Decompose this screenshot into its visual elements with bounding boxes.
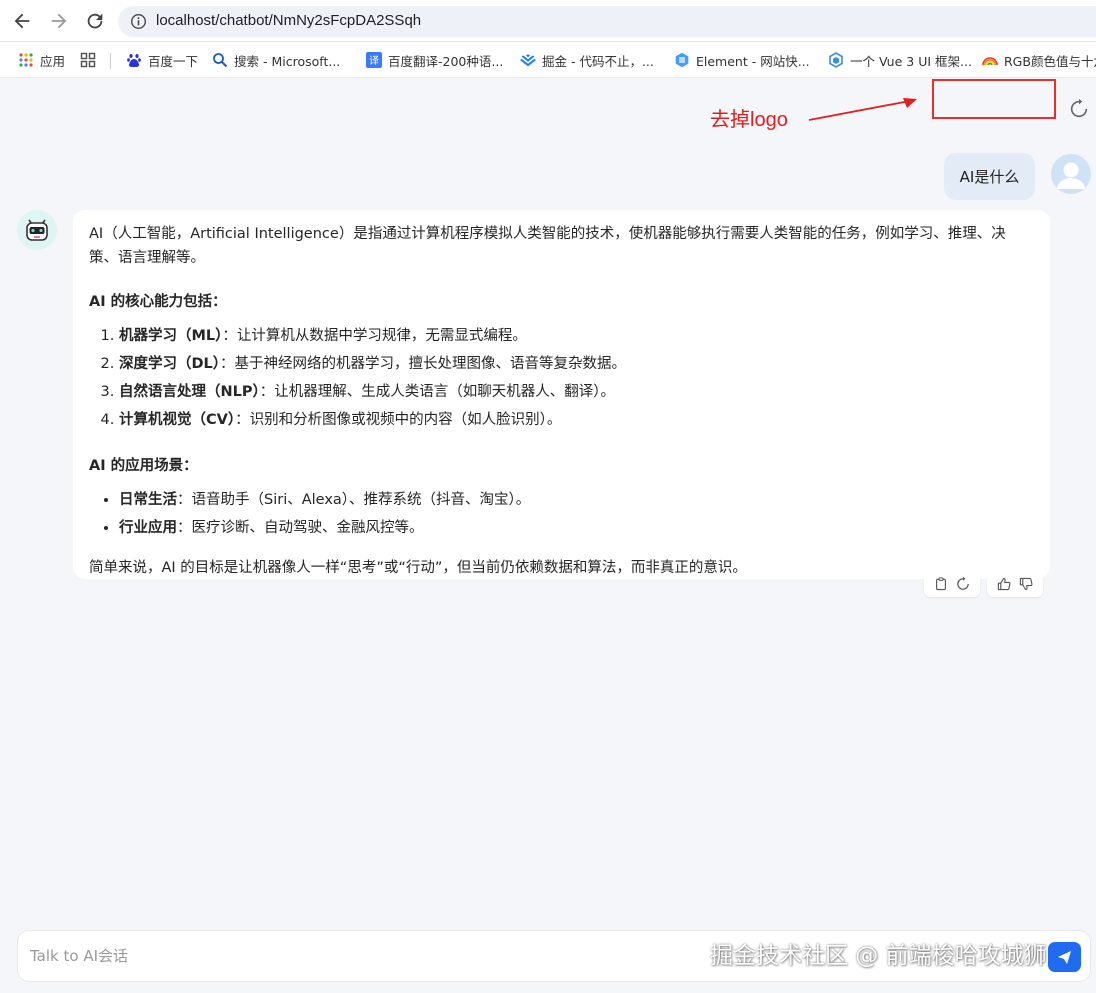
bookmark-label: RGB颜色值与十六 <box>1004 53 1096 69</box>
translate-icon: 译 <box>366 52 382 68</box>
user-avatar <box>1051 154 1091 194</box>
browser-window: localhost/chatbot/NmNy2sFcpDA2SSqh 应用 百度… <box>0 0 1096 993</box>
apps-grid-icon <box>19 53 33 67</box>
user-avatar-icon <box>1051 154 1091 194</box>
svg-text:译: 译 <box>369 55 379 67</box>
refresh-icon[interactable] <box>1068 98 1090 120</box>
list-item: 计算机视觉（CV）：识别和分析图像或视频中的内容（如人脸识别）。 <box>119 406 1034 434</box>
bookmark-label: 一个 Vue 3 UI 框架... <box>850 53 972 69</box>
reload-button[interactable] <box>84 10 106 32</box>
forward-arrow-icon <box>51 13 67 29</box>
bookmark-label: 搜索 - Microsoft... <box>234 53 341 69</box>
search-icon <box>213 53 228 68</box>
address-url[interactable]: localhost/chatbot/NmNy2sFcpDA2SSqh <box>156 12 421 29</box>
grid-icon <box>80 52 96 68</box>
bot-message-bubble: AI（人工智能，Artificial Intelligence）是指通过计算机程… <box>73 210 1050 579</box>
baidu-icon <box>127 54 141 67</box>
reload-icon <box>87 13 103 29</box>
back-arrow-icon <box>14 13 30 29</box>
bookmark-label: 百度一下 <box>148 53 199 69</box>
copy-icon[interactable] <box>933 574 949 594</box>
forward-button[interactable] <box>48 10 70 32</box>
browser-toolbar: localhost/chatbot/NmNy2sFcpDA2SSqh <box>0 0 1096 42</box>
list-item-desc: ：语音助手（Siri、Alexa）、推荐系统（抖音、淘宝）。 <box>177 492 531 508</box>
list-item-desc: ：让计算机从数据中学习规律，无需显式编程。 <box>222 328 527 344</box>
list-item: 日常生活：语音助手（Siri、Alexa）、推荐系统（抖音、淘宝）。 <box>119 486 1034 514</box>
bookmark-label: 百度翻译-200种语... <box>388 53 504 69</box>
send-icon <box>1058 951 1071 964</box>
bookmark-apps[interactable]: 应用 <box>18 51 65 69</box>
regenerate-icon[interactable] <box>955 574 971 594</box>
thumbs-down-icon[interactable] <box>1018 574 1034 594</box>
core-abilities-list: 机器学习（ML）：让计算机从数据中学习规律，无需显式编程。 深度学习（DL）：基… <box>119 322 1034 434</box>
list-item-term: 行业应用 <box>119 520 177 536</box>
bookmark-translate[interactable]: 译 百度翻译-200种语... <box>366 51 503 69</box>
bookmark-vue-ui[interactable]: 一个 Vue 3 UI 框架... <box>828 51 972 69</box>
list-item: 自然语言处理（NLP）：让机器理解、生成人类语言（如聊天机器人、翻译）。 <box>119 378 1034 406</box>
bookmarks-bar: 应用 百度一下 搜索 - Microsoft... 译 百度翻译-200种语..… <box>0 42 1096 78</box>
back-button[interactable] <box>11 10 33 32</box>
list-item-term: 机器学习（ML） <box>119 328 223 344</box>
message-actions-feedback <box>987 571 1043 597</box>
annotation-arrow-icon <box>808 98 917 121</box>
bookmark-label: Element - 网站快... <box>696 53 810 69</box>
list-item-desc: ：让机器理解、生成人类语言（如聊天机器人、翻译）。 <box>259 384 616 400</box>
list-item-term: 计算机视觉（CV） <box>119 412 236 428</box>
bookmark-grid[interactable] <box>80 51 102 69</box>
bookmark-baidu[interactable]: 百度一下 <box>126 51 198 69</box>
bookmark-rgb[interactable]: RGB颜色值与十六 <box>982 51 1096 69</box>
element-icon <box>675 52 689 68</box>
user-message-bubble: AI是什么 <box>944 153 1035 200</box>
send-button[interactable] <box>1048 942 1081 972</box>
list-item: 深度学习（DL）：基于神经网络的机器学习，擅长处理图像、语音等复杂数据。 <box>119 350 1034 378</box>
bookmark-search[interactable]: 搜索 - Microsoft... <box>212 51 340 69</box>
list-item-desc: ：医疗诊断、自动驾驶、金融风控等。 <box>177 520 424 536</box>
rainbow-icon <box>982 57 998 66</box>
bookmark-label: 掘金 - 代码不止，... <box>542 53 654 69</box>
list-item-desc: ：基于神经网络的机器学习，擅长处理图像、语音等复杂数据。 <box>220 356 627 372</box>
list-item-term: 日常生活 <box>119 492 177 508</box>
list-item-term: 深度学习（DL） <box>119 356 221 372</box>
applications-list: 日常生活：语音助手（Siri、Alexa）、推荐系统（抖音、淘宝）。 行业应用：… <box>119 486 1034 542</box>
thumbs-up-icon[interactable] <box>996 574 1012 594</box>
message-actions-copy-regenerate <box>924 571 980 597</box>
list-item: 行业应用：医疗诊断、自动驾驶、金融风控等。 <box>119 514 1034 542</box>
bookmark-juejin[interactable]: 掘金 - 代码不止，... <box>520 51 654 69</box>
annotation-text: 去掉logo <box>710 109 788 131</box>
address-bar[interactable]: localhost/chatbot/NmNy2sFcpDA2SSqh <box>118 6 1096 37</box>
watermark-text: 掘金技术社区 @ 前端梭哈攻城狮 <box>710 943 1047 969</box>
list-item: 机器学习（ML）：让计算机从数据中学习规律，无需显式编程。 <box>119 322 1034 350</box>
bookmark-label: 应用 <box>40 53 66 69</box>
bot-avatar <box>17 210 57 250</box>
robot-avatar-icon <box>17 210 57 250</box>
bookmark-separator <box>110 53 111 69</box>
list-item-term: 自然语言处理（NLP） <box>119 384 260 400</box>
applications-heading: AI 的应用场景： <box>89 458 198 474</box>
juejin-icon <box>520 54 536 67</box>
core-abilities-heading: AI 的核心能力包括： <box>89 294 227 310</box>
list-item-desc: ：识别和分析图像或视频中的内容（如人脸识别）。 <box>235 412 562 428</box>
user-message-text: AI是什么 <box>959 168 1020 186</box>
info-icon[interactable] <box>130 13 147 30</box>
bot-intro-paragraph: AI（人工智能，Artificial Intelligence）是指通过计算机程… <box>89 226 1006 266</box>
bookmark-element[interactable]: Element - 网站快... <box>674 51 810 69</box>
bot-summary-paragraph: 简单来说，AI 的目标是让机器像人一样“思考”或“行动”，但当前仍依赖数据和算法… <box>89 560 747 576</box>
vue-icon <box>829 52 843 68</box>
annotation-highlight-box <box>932 79 1056 119</box>
